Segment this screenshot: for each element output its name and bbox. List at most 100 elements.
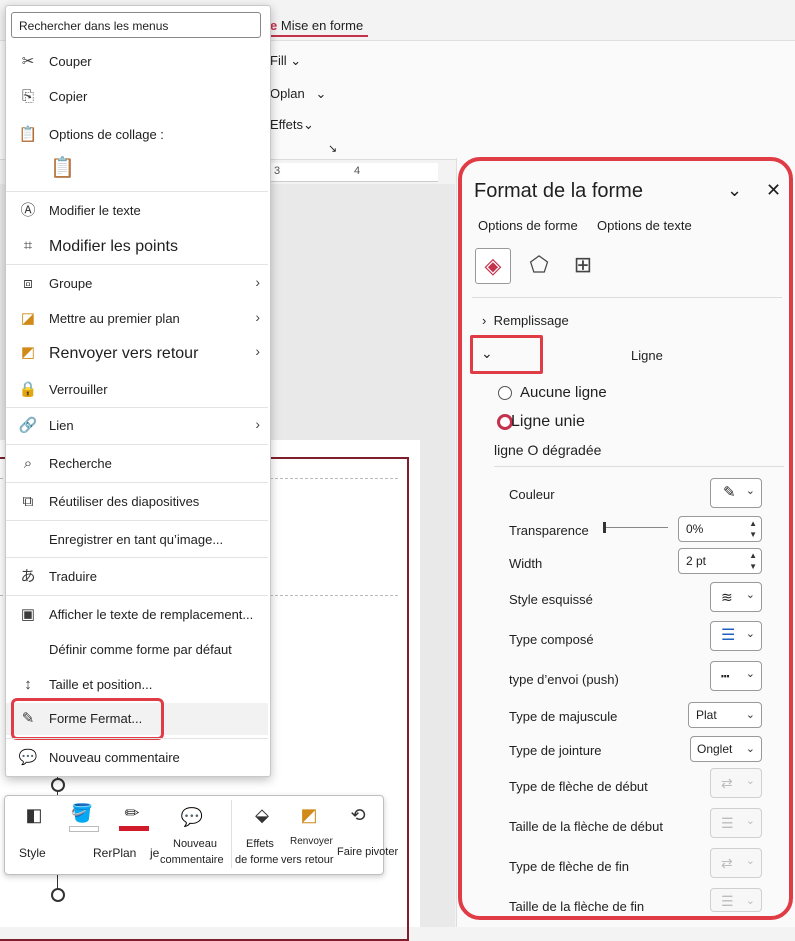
menu-separator bbox=[6, 264, 268, 265]
fill-bucket-icon[interactable]: 🪣 bbox=[67, 800, 97, 826]
tab-mise-en-forme[interactable]: e Mise en forme bbox=[270, 18, 363, 33]
menu-label: Nouveau commentaire bbox=[49, 750, 180, 765]
chevron-down-icon: ⌄ bbox=[315, 86, 327, 101]
chevron-right-icon: › bbox=[255, 416, 260, 432]
send-backward-icon[interactable]: ◩ bbox=[294, 802, 324, 828]
menu-item-nouveau-commentaire[interactable]: 💬 Nouveau commentaire bbox=[6, 742, 268, 774]
menu-label: Afficher le texte de remplacement... bbox=[49, 607, 254, 622]
menu-label: Couper bbox=[49, 54, 92, 69]
nouveau-label-1: Nouveau bbox=[173, 838, 218, 850]
style-label: Style bbox=[19, 846, 46, 860]
tab-label: Mise en forme bbox=[280, 18, 364, 33]
plan-label: Oplan bbox=[270, 86, 305, 101]
menu-label: Enregistrer en tant qu’image... bbox=[49, 532, 224, 547]
edit-text-icon: Ⓐ bbox=[20, 202, 36, 219]
menu-item-definir-forme[interactable]: Définir comme forme par défaut bbox=[6, 634, 268, 666]
rotate-icon[interactable]: ⟲ bbox=[343, 802, 373, 828]
menu-item-afficher-texte[interactable]: ▣ Afficher le texte de remplacement... bbox=[6, 599, 268, 631]
horizontal-ruler: 3 4 bbox=[268, 163, 438, 182]
menu-item-modifier-points[interactable]: ⌗ Modifier les points bbox=[6, 230, 268, 262]
menu-separator bbox=[6, 444, 268, 445]
highlight-box bbox=[458, 157, 793, 920]
menu-item-verrouiller[interactable]: 🔒 Verrouiller bbox=[6, 374, 268, 406]
lock-icon: 🔒 bbox=[18, 381, 38, 398]
je-label: je bbox=[150, 846, 160, 860]
menu-label: Verrouiller bbox=[49, 382, 108, 397]
menu-item-couper[interactable]: ✂ Couper bbox=[6, 46, 268, 78]
copy-icon: ⎘ bbox=[21, 88, 34, 105]
bring-forward-icon: ◪ bbox=[20, 310, 36, 327]
menu-search-input[interactable]: Rechercher dans les menus bbox=[11, 12, 261, 38]
menu-label: Copier bbox=[49, 89, 88, 104]
nouveau-label-2: commentaire bbox=[160, 854, 224, 866]
dialog-launcher-icon[interactable]: ↘ bbox=[328, 142, 337, 155]
resize-handle[interactable] bbox=[51, 778, 65, 792]
ruler-mark: 3 bbox=[274, 165, 281, 177]
chevron-down-icon: ⌄ bbox=[290, 53, 302, 68]
group-icon: ⧈ bbox=[23, 275, 33, 292]
paste-text-only-icon[interactable]: 📋 bbox=[50, 155, 76, 185]
menu-item-recherche[interactable]: ⌕ Recherche bbox=[6, 448, 268, 480]
menu-item-groupe[interactable]: ⧈ Groupe › bbox=[6, 268, 268, 300]
effets-label-1: Effets bbox=[246, 838, 274, 850]
ruler-mark: 4 bbox=[354, 165, 361, 177]
menu-item-reutiliser[interactable]: ⧉ Réutiliser des diapositives bbox=[6, 486, 268, 518]
size-position-icon: ↕ bbox=[24, 676, 32, 693]
menu-label: Taille et position... bbox=[49, 677, 153, 692]
menu-label: Renvoyer vers retour bbox=[49, 345, 199, 362]
menu-label: Groupe bbox=[49, 276, 93, 291]
menu-separator bbox=[6, 482, 268, 483]
chevron-down-icon: ⌄ bbox=[303, 117, 314, 132]
menu-separator bbox=[6, 557, 268, 558]
renvoyer-label-1: Renvoyer bbox=[290, 836, 333, 847]
menu-item-options-collage: 📋 Options de collage : bbox=[6, 119, 268, 151]
translate-icon: あ bbox=[20, 568, 36, 585]
send-backward-icon: ◩ bbox=[20, 344, 36, 361]
shape-effects-icon[interactable]: ⬙ bbox=[247, 802, 277, 828]
clipboard-icon: 📋 bbox=[18, 126, 38, 143]
chevron-right-icon: › bbox=[255, 309, 260, 325]
menu-item-copier[interactable]: ⎘ Copier bbox=[6, 81, 268, 113]
menu-label: Modifier le texte bbox=[49, 203, 141, 218]
chevron-right-icon: › bbox=[255, 343, 260, 359]
menu-item-lien[interactable]: 🔗 Lien › bbox=[6, 410, 268, 442]
resize-handle[interactable] bbox=[51, 888, 65, 902]
effets-label: Effets bbox=[270, 117, 304, 132]
fill-color-swatch bbox=[69, 826, 99, 832]
menu-label: Réutiliser des diapositives bbox=[49, 494, 200, 509]
shape-fill-button[interactable]: Fill ⌄ bbox=[270, 53, 301, 69]
menu-label: Lien bbox=[49, 418, 74, 433]
new-comment-icon[interactable]: 💬 bbox=[177, 804, 207, 830]
style-icon[interactable]: ◧ bbox=[19, 802, 49, 828]
highlight-box bbox=[11, 698, 164, 740]
menu-separator bbox=[6, 595, 268, 596]
menu-separator bbox=[6, 520, 268, 521]
menu-item-renvoyer[interactable]: ◩ Renvoyer vers retour › bbox=[6, 337, 268, 369]
mini-toolbar: ◧ Style 🪣 ✏ RerPlan je 💬 Nouveau comment… bbox=[4, 795, 398, 875]
effets-button[interactable]: Effets⌄ bbox=[270, 117, 314, 133]
menu-separator bbox=[6, 191, 268, 192]
menu-item-premier-plan[interactable]: ◪ Mettre au premier plan › bbox=[6, 303, 268, 335]
reuse-slides-icon: ⧉ bbox=[22, 493, 34, 510]
menu-label: Options de collage : bbox=[49, 127, 164, 142]
toolbar-divider bbox=[231, 800, 232, 868]
edit-points-icon: ⌗ bbox=[23, 237, 33, 254]
menu-item-modifier-texte[interactable]: Ⓐ Modifier le texte bbox=[6, 195, 268, 227]
plan-button[interactable]: Oplan ⌄ bbox=[270, 86, 326, 102]
menu-label: Traduire bbox=[49, 569, 97, 584]
effets-label-2: de forme bbox=[235, 854, 279, 866]
menu-item-taille-position[interactable]: ↕ Taille et position... bbox=[6, 669, 268, 701]
active-tab-underline bbox=[268, 35, 368, 37]
search-icon: ⌕ bbox=[23, 455, 33, 472]
pen-outline-icon[interactable]: ✏ bbox=[117, 800, 147, 826]
renvoyer-label-2: vers retour bbox=[281, 854, 334, 866]
fill-label: Fill bbox=[270, 53, 287, 68]
menu-label: Mettre au premier plan bbox=[49, 311, 180, 326]
faire-pivoter-label: Faire pivoter bbox=[337, 846, 399, 858]
menu-label: Modifier les points bbox=[49, 238, 178, 255]
menu-separator bbox=[6, 407, 268, 408]
menu-label: Définir comme forme par défaut bbox=[49, 642, 232, 657]
menu-item-traduire[interactable]: あ Traduire bbox=[6, 561, 268, 593]
menu-item-enregistrer[interactable]: Enregistrer en tant qu’image... bbox=[6, 524, 268, 556]
chevron-right-icon: › bbox=[255, 274, 260, 290]
